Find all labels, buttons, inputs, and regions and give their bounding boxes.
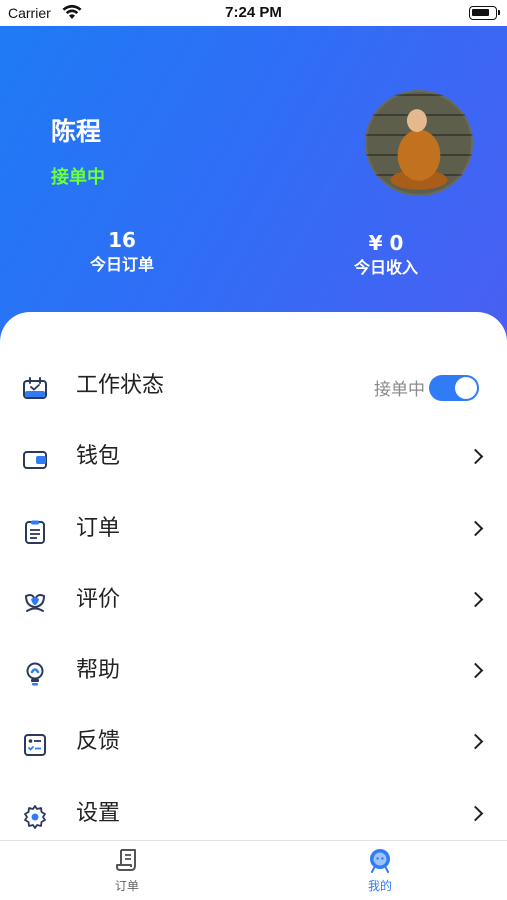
menu-item-orders[interactable]: 订单	[0, 497, 507, 568]
tab-me[interactable]: 我的	[340, 847, 420, 894]
work-status-toggle[interactable]	[429, 375, 479, 401]
menu-item-feedback[interactable]: 反馈	[0, 710, 507, 781]
user-name: 陈程	[51, 117, 102, 146]
menu-item-label: 钱包	[76, 444, 121, 470]
tab-label: 我的	[367, 879, 392, 893]
calendar-check-icon	[23, 377, 47, 399]
status-bar: Carrier 7:24 PM	[0, 0, 507, 26]
tab-label: 订单	[114, 879, 139, 893]
menu-item-wallet[interactable]: 钱包	[0, 425, 507, 496]
toggle-status-text: 接单中	[374, 380, 425, 400]
today-income-stat[interactable]: ¥ 0 今日收入	[336, 231, 436, 279]
toggle-knob	[455, 377, 477, 399]
avatar[interactable]	[365, 90, 473, 196]
clock: 7:24 PM	[225, 4, 282, 21]
menu-list: 工作状态 接单中 钱包 订单 评价 帮助 反馈 设置	[0, 354, 507, 853]
tab-bar: 订单 我的	[0, 840, 507, 900]
chevron-right-icon	[467, 449, 484, 465]
clipboard-icon	[25, 520, 45, 544]
chevron-right-icon	[467, 662, 484, 679]
today-orders-label: 今日订单	[89, 255, 154, 274]
menu-item-help[interactable]: 帮助	[0, 639, 507, 710]
menu-item-label: 反馈	[76, 729, 121, 755]
chevron-right-icon	[467, 805, 484, 822]
orders-tab-icon	[116, 849, 136, 871]
menu-item-label: 工作状态	[76, 373, 165, 398]
menu-item-reviews[interactable]: 评价	[0, 568, 507, 639]
menu-sheet: 工作状态 接单中 钱包 订单 评价 帮助 反馈 设置	[0, 312, 507, 900]
chevron-right-icon	[467, 591, 484, 608]
profile-tab-icon	[370, 849, 390, 873]
work-status-badge: 接单中	[51, 167, 105, 188]
gear-icon	[24, 804, 46, 829]
today-income-value: ¥ 0	[368, 231, 404, 255]
checklist-icon	[24, 734, 46, 757]
profile-header: Carrier 7:24 PM 陈程 接单中 16 今日订单 ¥ 0 今日收入	[0, 0, 507, 360]
battery-icon	[469, 6, 500, 20]
chevron-right-icon	[467, 734, 484, 750]
menu-item-label: 评价	[76, 586, 121, 612]
menu-item-label: 订单	[76, 515, 121, 541]
menu-item-label: 设置	[76, 800, 121, 826]
menu-item-work-status: 工作状态 接单中	[0, 354, 507, 425]
chevron-right-icon	[467, 520, 484, 536]
menu-item-label: 帮助	[76, 658, 121, 684]
lightbulb-icon	[26, 662, 44, 686]
today-income-label: 今日收入	[353, 258, 418, 277]
lotus-icon	[25, 593, 45, 612]
today-orders-value: 16	[108, 228, 136, 252]
wallet-icon	[23, 451, 47, 470]
tab-orders[interactable]: 订单	[87, 847, 167, 894]
today-orders-stat[interactable]: 16 今日订单	[72, 228, 172, 276]
